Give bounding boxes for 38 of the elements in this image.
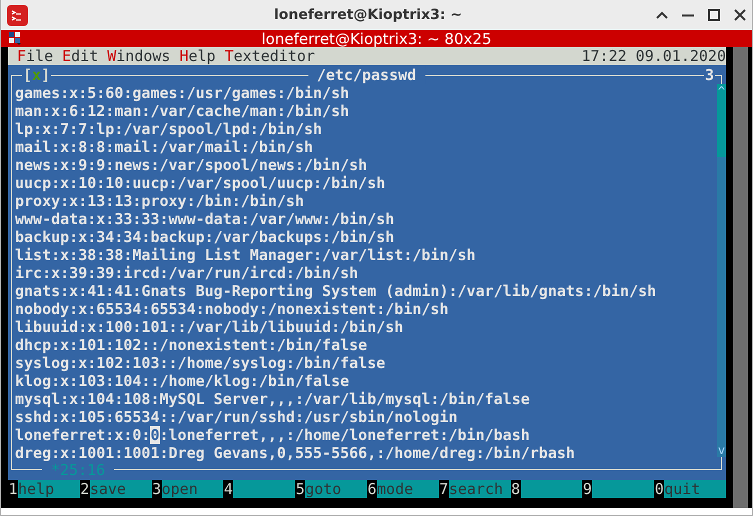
text-line: gnats:x:41:41:Gnats Bug-Reporting System (admin):/var/lib/gnats:/bin/sh xyxy=(15,282,656,300)
text-line: proxy:x:13:13:proxy:/bin:/bin/sh xyxy=(15,192,304,210)
text-line: mail:x:8:8:mail:/var/mail:/bin/sh xyxy=(15,138,314,156)
clock: 17:22 09.01.2020 xyxy=(582,47,726,65)
text-line: sshd:x:105:65534::/var/run/sshd:/usr/sbin/nologin xyxy=(15,408,458,426)
menu-item[interactable]: Edit xyxy=(62,47,98,65)
text-line: news:x:9:9:news:/var/spool/news:/bin/sh xyxy=(15,156,368,174)
menu-item[interactable]: Help xyxy=(179,47,216,65)
text-line: nobody:x:65534:65534:nobody:/nonexistent:/bin/sh xyxy=(15,300,448,318)
text-line: games:x:5:60:games:/usr/games:/bin/sh xyxy=(15,84,350,102)
text-line: klog:x:103:104::/home/klog:/bin/false xyxy=(15,372,350,390)
text-line: uucp:x:10:10:uucp:/var/spool/uucp:/bin/sh xyxy=(15,174,386,192)
close-box[interactable]: [x] xyxy=(22,66,52,84)
menu-item[interactable]: Texteditor xyxy=(224,47,315,65)
text-line: lp:x:7:7:lp:/var/spool/lpd:/bin/sh xyxy=(15,120,322,138)
minimize-icon[interactable] xyxy=(682,14,694,16)
text-line: man:x:6:12:man:/var/cache/man:/bin/sh xyxy=(15,102,350,120)
text-line: loneferret:x:0:0:loneferret,,,:/home/loneferret:/bin/bash xyxy=(15,426,530,444)
maximize-icon[interactable] xyxy=(708,9,720,21)
terminal-menu-icon[interactable] xyxy=(9,32,21,45)
text-line: dreg:x:1001:1001:Dreg Gevans,0,555-5566,:/home/dreg:/bin/rbash xyxy=(15,444,575,462)
terminal-title: loneferret@Kioptrix3: ~ 80x25 xyxy=(260,30,492,48)
text-line: backup:x:34:34:backup:/var/backups:/bin/sh xyxy=(15,228,394,246)
text-line: libuuid:x:100:101::/var/lib/libuuid:/bin/sh xyxy=(15,318,404,336)
maximize-up-icon[interactable] xyxy=(656,11,668,19)
text-line: irc:x:39:39:ircd:/var/run/ircd:/bin/sh xyxy=(15,264,358,282)
terminal-scrollbar[interactable] xyxy=(733,47,748,508)
text-line: www-data:x:33:33:www-data:/var/www:/bin/sh xyxy=(15,210,394,228)
menu-item[interactable]: Windows xyxy=(107,47,170,65)
text-line: list:x:38:38:Mailing List Manager:/var/list:/bin/sh xyxy=(15,246,476,264)
close-icon[interactable] xyxy=(734,9,746,21)
window-title: loneferret@Kioptrix3: ~ xyxy=(272,7,464,23)
text-line: mysql:x:104:108:MySQL Server,,,:/var/lib/mysql:/bin/false xyxy=(15,390,530,408)
file-title: /etc/passwd xyxy=(308,66,426,84)
text-line: dhcp:x:101:102::/nonexistent:/bin/false xyxy=(15,336,368,354)
menu-item[interactable]: File xyxy=(17,47,54,65)
app-icon xyxy=(7,4,28,26)
text-line: syslog:x:102:103::/home/syslog:/bin/false xyxy=(15,354,386,372)
